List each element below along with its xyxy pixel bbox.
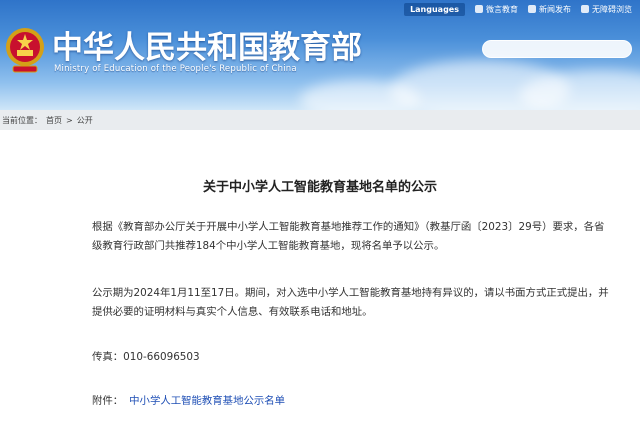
accessibility-link[interactable]: 无障碍浏览 [581, 4, 632, 15]
breadcrumb-separator: > [66, 115, 73, 125]
breadcrumb-label: 当前位置： [2, 115, 42, 125]
breadcrumb-home[interactable]: 首页 [46, 115, 62, 126]
site-header: Languages 微言教育 新闻发布 无障碍浏览 中华人民共和国教育部 Min… [0, 0, 640, 110]
news-icon [528, 5, 536, 13]
paragraph-1: 根据《教育部办公厅关于开展中小学人工智能教育基地推荐工作的通知》（教基厅函〔20… [92, 221, 605, 252]
fax-number: 传真：010-66096503 [92, 351, 200, 363]
languages-button[interactable]: Languages [404, 2, 465, 16]
attachment-link[interactable]: 中小学人工智能教育基地公示名单 [129, 395, 285, 407]
weibo-icon [475, 5, 483, 13]
weiyan-link[interactable]: 微言教育 [475, 4, 518, 15]
attachment-label: 附件： [92, 395, 124, 407]
site-title-english: Ministry of Education of the People's Re… [54, 64, 297, 74]
accessibility-icon [581, 5, 589, 13]
site-title[interactable]: 中华人民共和国教育部 [52, 22, 362, 67]
article-content: 关于中小学人工智能教育基地名单的公示 根据《教育部办公厅关于开展中小学人工智能教… [0, 130, 640, 426]
breadcrumb-current[interactable]: 公开 [77, 115, 93, 126]
attachment-row: 附件： 中小学人工智能教育基地公示名单 [92, 392, 285, 407]
search-input[interactable] [482, 40, 632, 58]
national-emblem-icon [6, 28, 44, 73]
top-bar: Languages 微言教育 新闻发布 无障碍浏览 [404, 0, 640, 18]
news-link[interactable]: 新闻发布 [528, 4, 571, 15]
paragraph-2: 公示期为2024年1月11至17日。期间，对入选中小学人工智能教育基地持有异议的… [92, 287, 609, 318]
breadcrumb: 当前位置： 首页 > 公开 [0, 110, 640, 130]
page-title: 关于中小学人工智能教育基地名单的公示 [202, 180, 437, 195]
